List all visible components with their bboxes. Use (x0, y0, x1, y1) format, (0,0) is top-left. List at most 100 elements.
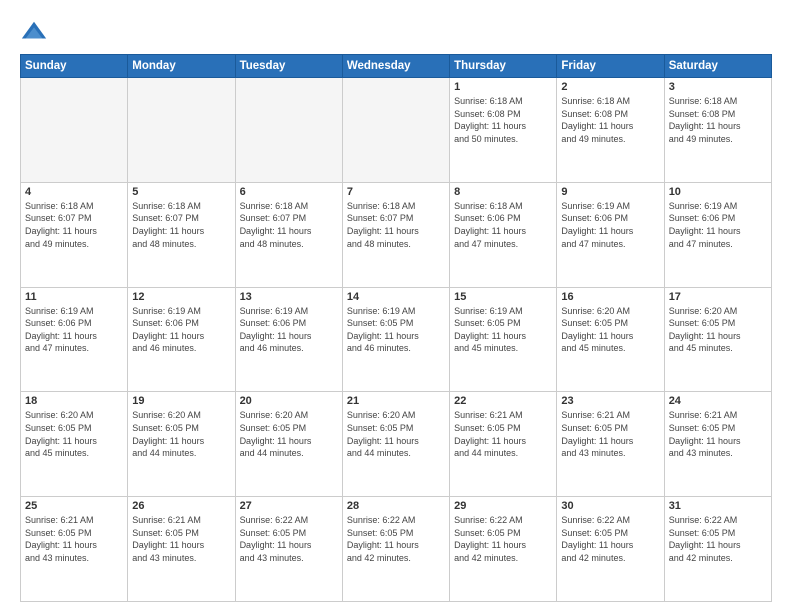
calendar-cell: 27 Sunrise: 6:22 AM Sunset: 6:05 PM Dayli… (235, 497, 342, 602)
calendar-cell: 4 Sunrise: 6:18 AM Sunset: 6:07 PM Daylig… (21, 182, 128, 287)
day-number: 3 (669, 81, 767, 93)
weekday-header: Monday (128, 55, 235, 78)
calendar-cell: 13Sunrise: 6:19 AM Sunset: 6:06 PM Dayli… (235, 287, 342, 392)
calendar-cell: 28 Sunrise: 6:22 AM Sunset: 6:05 PM Dayli… (342, 497, 449, 602)
day-number: 31 (669, 500, 767, 512)
day-number: 15 (454, 291, 552, 303)
weekday-header: Tuesday (235, 55, 342, 78)
day-number: 29 (454, 500, 552, 512)
calendar-week-row: 1 Sunrise: 6:18 AM Sunset: 6:08 PM Daylig… (21, 78, 772, 183)
calendar-cell: 2 Sunrise: 6:18 AM Sunset: 6:08 PM Daylig… (557, 78, 664, 183)
day-info: Sunrise: 6:18 AM Sunset: 6:08 PM Dayligh… (561, 95, 659, 145)
day-info: Sunrise: 6:20 AM Sunset: 6:05 PM Dayligh… (240, 409, 338, 459)
day-number: 19 (132, 395, 230, 407)
day-info: Sunrise: 6:21 AM Sunset: 6:05 PM Dayligh… (132, 514, 230, 564)
day-number: 23 (561, 395, 659, 407)
day-number: 11 (25, 291, 123, 303)
logo (20, 18, 52, 46)
day-number: 25 (25, 500, 123, 512)
calendar-cell: 30Sunrise: 6:22 AM Sunset: 6:05 PM Dayli… (557, 497, 664, 602)
day-number: 27 (240, 500, 338, 512)
day-number: 4 (25, 186, 123, 198)
day-info: Sunrise: 6:19 AM Sunset: 6:06 PM Dayligh… (25, 305, 123, 355)
day-number: 6 (240, 186, 338, 198)
day-info: Sunrise: 6:19 AM Sunset: 6:06 PM Dayligh… (669, 200, 767, 250)
calendar-cell: 17Sunrise: 6:20 AM Sunset: 6:05 PM Dayli… (664, 287, 771, 392)
calendar-page: SundayMondayTuesdayWednesdayThursdayFrid… (0, 0, 792, 612)
day-number: 12 (132, 291, 230, 303)
day-number: 30 (561, 500, 659, 512)
day-number: 2 (561, 81, 659, 93)
day-info: Sunrise: 6:19 AM Sunset: 6:05 PM Dayligh… (347, 305, 445, 355)
logo-icon (20, 18, 48, 46)
day-number: 8 (454, 186, 552, 198)
calendar-cell: 7 Sunrise: 6:18 AM Sunset: 6:07 PM Daylig… (342, 182, 449, 287)
calendar-cell: 25 Sunrise: 6:21 AM Sunset: 6:05 PM Dayli… (21, 497, 128, 602)
calendar-cell (21, 78, 128, 183)
day-number: 21 (347, 395, 445, 407)
calendar-cell: 8 Sunrise: 6:18 AM Sunset: 6:06 PM Daylig… (450, 182, 557, 287)
weekday-header: Saturday (664, 55, 771, 78)
calendar-cell: 3 Sunrise: 6:18 AM Sunset: 6:08 PM Daylig… (664, 78, 771, 183)
day-info: Sunrise: 6:21 AM Sunset: 6:05 PM Dayligh… (669, 409, 767, 459)
calendar-cell: 24 Sunrise: 6:21 AM Sunset: 6:05 PM Dayli… (664, 392, 771, 497)
calendar-cell: 14 Sunrise: 6:19 AM Sunset: 6:05 PM Dayli… (342, 287, 449, 392)
calendar-week-row: 4 Sunrise: 6:18 AM Sunset: 6:07 PM Daylig… (21, 182, 772, 287)
calendar-cell: 9Sunrise: 6:19 AM Sunset: 6:06 PM Daylig… (557, 182, 664, 287)
calendar-cell: 31 Sunrise: 6:22 AM Sunset: 6:05 PM Dayli… (664, 497, 771, 602)
day-info: Sunrise: 6:22 AM Sunset: 6:05 PM Dayligh… (669, 514, 767, 564)
calendar-cell: 19Sunrise: 6:20 AM Sunset: 6:05 PM Dayli… (128, 392, 235, 497)
calendar-week-row: 18Sunrise: 6:20 AM Sunset: 6:05 PM Dayli… (21, 392, 772, 497)
day-info: Sunrise: 6:20 AM Sunset: 6:05 PM Dayligh… (347, 409, 445, 459)
day-number: 9 (561, 186, 659, 198)
calendar-cell: 11 Sunrise: 6:19 AM Sunset: 6:06 PM Dayli… (21, 287, 128, 392)
day-number: 26 (132, 500, 230, 512)
day-info: Sunrise: 6:21 AM Sunset: 6:05 PM Dayligh… (25, 514, 123, 564)
calendar-cell: 22Sunrise: 6:21 AM Sunset: 6:05 PM Dayli… (450, 392, 557, 497)
calendar-cell: 1 Sunrise: 6:18 AM Sunset: 6:08 PM Daylig… (450, 78, 557, 183)
calendar-cell: 5Sunrise: 6:18 AM Sunset: 6:07 PM Daylig… (128, 182, 235, 287)
calendar-week-row: 25 Sunrise: 6:21 AM Sunset: 6:05 PM Dayli… (21, 497, 772, 602)
calendar-cell: 23 Sunrise: 6:21 AM Sunset: 6:05 PM Dayli… (557, 392, 664, 497)
day-info: Sunrise: 6:18 AM Sunset: 6:06 PM Dayligh… (454, 200, 552, 250)
day-info: Sunrise: 6:18 AM Sunset: 6:08 PM Dayligh… (669, 95, 767, 145)
calendar-cell (128, 78, 235, 183)
day-info: Sunrise: 6:19 AM Sunset: 6:05 PM Dayligh… (454, 305, 552, 355)
day-info: Sunrise: 6:18 AM Sunset: 6:07 PM Dayligh… (25, 200, 123, 250)
day-info: Sunrise: 6:18 AM Sunset: 6:07 PM Dayligh… (347, 200, 445, 250)
calendar-cell: 29 Sunrise: 6:22 AM Sunset: 6:05 PM Dayli… (450, 497, 557, 602)
day-info: Sunrise: 6:18 AM Sunset: 6:08 PM Dayligh… (454, 95, 552, 145)
weekday-header: Wednesday (342, 55, 449, 78)
day-number: 24 (669, 395, 767, 407)
day-info: Sunrise: 6:18 AM Sunset: 6:07 PM Dayligh… (240, 200, 338, 250)
day-number: 17 (669, 291, 767, 303)
day-info: Sunrise: 6:20 AM Sunset: 6:05 PM Dayligh… (561, 305, 659, 355)
day-info: Sunrise: 6:22 AM Sunset: 6:05 PM Dayligh… (240, 514, 338, 564)
calendar-cell: 18Sunrise: 6:20 AM Sunset: 6:05 PM Dayli… (21, 392, 128, 497)
calendar-cell: 10Sunrise: 6:19 AM Sunset: 6:06 PM Dayli… (664, 182, 771, 287)
weekday-header: Sunday (21, 55, 128, 78)
calendar-cell: 15 Sunrise: 6:19 AM Sunset: 6:05 PM Dayli… (450, 287, 557, 392)
calendar-cell (235, 78, 342, 183)
day-number: 1 (454, 81, 552, 93)
day-info: Sunrise: 6:22 AM Sunset: 6:05 PM Dayligh… (347, 514, 445, 564)
weekday-header: Friday (557, 55, 664, 78)
day-number: 28 (347, 500, 445, 512)
day-number: 20 (240, 395, 338, 407)
day-number: 7 (347, 186, 445, 198)
calendar-cell: 26 Sunrise: 6:21 AM Sunset: 6:05 PM Dayli… (128, 497, 235, 602)
calendar-table: SundayMondayTuesdayWednesdayThursdayFrid… (20, 54, 772, 602)
day-number: 14 (347, 291, 445, 303)
calendar-cell: 20 Sunrise: 6:20 AM Sunset: 6:05 PM Dayli… (235, 392, 342, 497)
calendar-cell: 21 Sunrise: 6:20 AM Sunset: 6:05 PM Dayli… (342, 392, 449, 497)
calendar-cell (342, 78, 449, 183)
day-number: 13 (240, 291, 338, 303)
day-info: Sunrise: 6:21 AM Sunset: 6:05 PM Dayligh… (561, 409, 659, 459)
calendar-week-row: 11 Sunrise: 6:19 AM Sunset: 6:06 PM Dayli… (21, 287, 772, 392)
calendar-cell: 12Sunrise: 6:19 AM Sunset: 6:06 PM Dayli… (128, 287, 235, 392)
top-section (20, 18, 772, 46)
calendar-header-row: SundayMondayTuesdayWednesdayThursdayFrid… (21, 55, 772, 78)
day-info: Sunrise: 6:22 AM Sunset: 6:05 PM Dayligh… (454, 514, 552, 564)
day-number: 22 (454, 395, 552, 407)
calendar-cell: 16Sunrise: 6:20 AM Sunset: 6:05 PM Dayli… (557, 287, 664, 392)
